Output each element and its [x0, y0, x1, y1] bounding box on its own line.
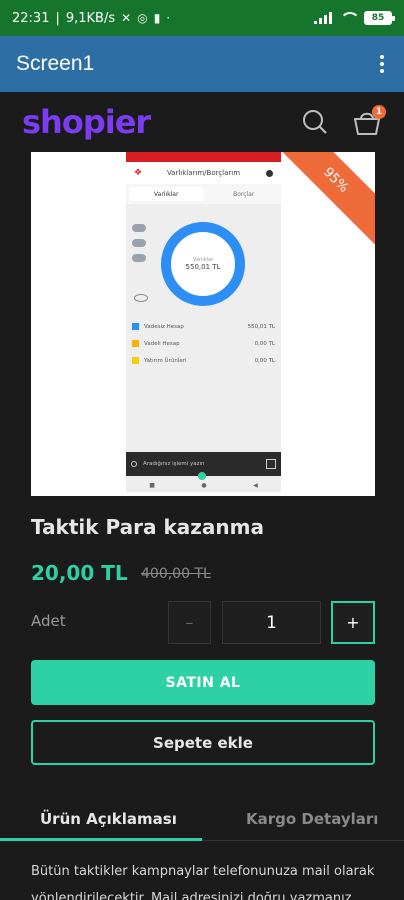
cart-count-badge: 1 [372, 105, 386, 119]
preview-header: Varlıklarım/Borçlarım [166, 169, 241, 177]
buy-now-button[interactable]: SATIN AL [31, 660, 375, 705]
signal-icon [314, 12, 332, 24]
cart-icon[interactable]: 1 [352, 105, 386, 137]
tab-description[interactable]: Ürün Açıklaması [40, 810, 177, 828]
status-time: 22:31 [12, 10, 50, 26]
add-to-cart-button[interactable]: Sepete ekle [31, 720, 375, 765]
trash-icon: ▮ [153, 11, 161, 25]
quantity-label: Adet [31, 612, 66, 630]
shop-header: shopier 1 [0, 92, 404, 152]
preview-donut-chart: Varlıklar 550,01 TL [161, 222, 245, 306]
nosim-icon: ✕ [121, 11, 132, 25]
preview-tab-debts: Borçlar [233, 190, 255, 198]
preview-row: Yatırım Ürünleri 0,00 TL [132, 352, 275, 369]
home-icon: ● [201, 481, 207, 489]
active-tab-indicator [0, 838, 202, 841]
search-icon[interactable] [300, 107, 330, 137]
product-description: Bütün taktikler kampnaylar telefonunuza … [31, 864, 375, 900]
product-tabs: Ürün Açıklaması Kargo Detayları [0, 800, 404, 842]
quantity-input[interactable]: 1 [222, 601, 321, 644]
status-net-speed: 9,1KB/s [65, 10, 116, 26]
wifi-icon [340, 12, 360, 24]
battery-icon: 85 [364, 11, 395, 25]
product-image[interactable]: ❖ Varlıklarım/Borçlarım Varlıklar Borçla… [31, 152, 375, 496]
qr-icon [266, 459, 276, 469]
row-color-icon [132, 323, 139, 330]
quantity-decrease-button[interactable]: – [168, 601, 211, 644]
preview-nav-bar: ■ ● ◀ [126, 478, 281, 492]
notification-dot-icon: · [166, 11, 171, 25]
status-bar: 22:31 | 9,1KB/s ✕ ◎ ▮ · 85 [0, 0, 404, 36]
eye-icon [134, 294, 148, 302]
whatsapp-icon: ◎ [137, 11, 148, 25]
app-screenshot-preview: ❖ Varlıklarım/Borçlarım Varlıklar Borçla… [126, 152, 281, 492]
bank-logo-icon: ❖ [134, 168, 143, 178]
preview-row: Vadesiz Hesap 550,01 TL [132, 318, 275, 335]
menu-dot-icon [266, 169, 273, 177]
row-color-icon [132, 340, 139, 347]
recent-apps-icon: ■ [149, 481, 155, 489]
preview-tab-assets: Varlıklar [129, 187, 204, 201]
app-bar: Screen1 [0, 36, 404, 92]
preview-row: Vadeli Hesap 0,00 TL [132, 335, 275, 352]
product-old-price: 400,00 TL [141, 566, 211, 582]
product-price: 20,00 TL [31, 561, 128, 585]
image-pager-dot[interactable] [198, 472, 206, 480]
kebab-menu-icon[interactable] [376, 49, 388, 79]
product-title: Taktik Para kazanma [31, 515, 264, 539]
back-icon: ◀ [253, 481, 258, 489]
tab-shipping[interactable]: Kargo Detayları [246, 810, 378, 828]
quantity-increase-button[interactable]: + [331, 601, 375, 644]
shopier-logo[interactable]: shopier [22, 103, 151, 141]
app-title: Screen1 [16, 52, 95, 75]
row-color-icon [132, 357, 139, 364]
search-icon [131, 461, 137, 467]
